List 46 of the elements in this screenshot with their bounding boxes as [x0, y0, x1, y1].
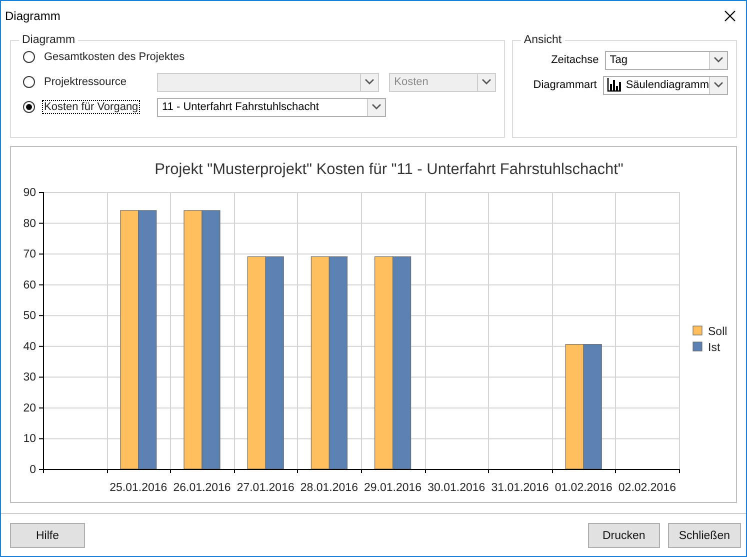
bar-chart-icon — [606, 78, 622, 92]
close-icon[interactable] — [724, 10, 736, 22]
radio-label[interactable]: Gesamtkosten des Projektes — [42, 50, 187, 64]
field-label: Diagrammart — [532, 79, 597, 91]
dialog-button[interactable]: Schließen — [668, 523, 741, 548]
y-tick-label: 60 — [23, 279, 36, 292]
legend-label: Soll — [708, 326, 728, 338]
y-tick-label: 10 — [23, 433, 36, 446]
x-tick-label: 29.01.2016 — [364, 482, 422, 494]
chevron-icon — [482, 79, 491, 85]
y-tick-label: 90 — [23, 187, 36, 199]
dropdown[interactable]: Tag — [604, 50, 728, 70]
y-tick-label: 0 — [30, 464, 36, 476]
chart-title: Projekt "Musterprojekt" Kosten für "11 - Unterfahrt Fahrstuhlschacht" — [154, 161, 624, 178]
x-tick-label: 28.01.2016 — [300, 482, 358, 494]
x-tick-label: 26.01.2016 — [173, 482, 231, 494]
y-tick-label: 50 — [23, 310, 36, 322]
dialog-button[interactable]: Drucken — [588, 523, 660, 548]
chevron-icon — [372, 104, 381, 110]
y-tick-label: 70 — [23, 248, 36, 261]
y-tick-label: 30 — [23, 372, 36, 384]
y-tick-label: 20 — [23, 402, 36, 414]
group-title: Ansicht — [522, 34, 563, 46]
radio-label[interactable]: Kosten für Vorgang — [42, 100, 140, 114]
x-tick-label: 25.01.2016 — [110, 482, 168, 494]
radio-button[interactable] — [23, 101, 35, 113]
group-title: Diagramm — [21, 34, 76, 46]
help-button[interactable]: Hilfe — [10, 523, 85, 548]
window-title: Diagramm — [5, 8, 60, 22]
legend-label: Ist — [708, 342, 720, 354]
chevron-icon — [365, 79, 374, 85]
x-tick-label: 30.01.2016 — [428, 482, 486, 494]
y-tick-label: 40 — [23, 340, 36, 353]
radio-label[interactable]: Projektressource — [42, 75, 129, 89]
x-tick-label: 02.02.2016 — [618, 482, 676, 494]
dropdown[interactable]: Säulendiagramm — [602, 76, 728, 94]
radio-button[interactable] — [23, 51, 35, 63]
chevron-icon — [714, 57, 723, 63]
radio-button[interactable] — [23, 76, 35, 88]
x-tick-label: 31.01.2016 — [491, 482, 549, 494]
field-label: Zeitachse — [550, 54, 599, 66]
chevron-icon — [714, 82, 723, 88]
x-tick-label: 01.02.2016 — [554, 482, 612, 494]
x-tick-label: 27.01.2016 — [236, 482, 294, 494]
y-tick-label: 80 — [23, 218, 36, 230]
dropdown[interactable]: 11 - Unterfahrt Fahrstuhlschacht — [157, 98, 386, 116]
